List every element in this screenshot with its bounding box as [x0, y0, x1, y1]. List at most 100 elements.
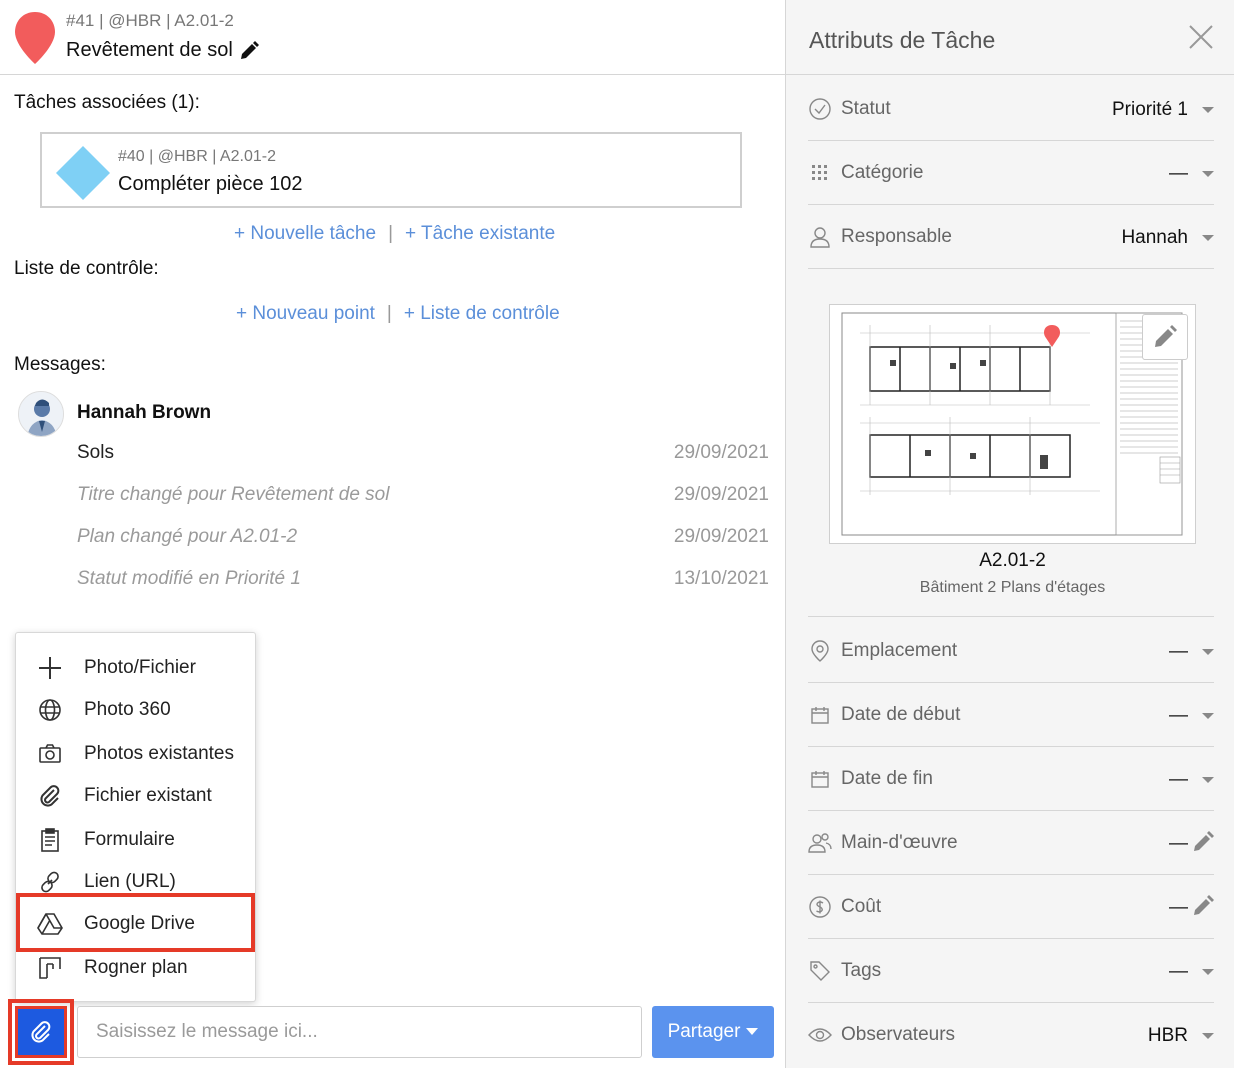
plus-icon [36, 654, 64, 682]
task-meta: #41 | @HBR | A2.01-2 [66, 11, 234, 30]
new-task-link[interactable]: + Nouvelle tâche [234, 223, 376, 245]
task-header: #41 | @HBR | A2.01-2 Revêtement de sol [0, 0, 785, 75]
menu-item-label: Photo 360 [84, 699, 171, 720]
attr-value: — [1169, 163, 1188, 184]
task-attributes-panel: Attributs de Tâche Statut Priorité 1 Cat… [785, 0, 1234, 1068]
caret-down-icon [746, 1028, 759, 1035]
diamond-task-icon [56, 146, 110, 200]
plan-thumbnail[interactable] [829, 304, 1196, 544]
menu-item-label: Fichier existant [84, 785, 212, 806]
clipboard-icon [36, 826, 64, 854]
attr-value: HBR [1147, 1025, 1188, 1046]
globe-icon [36, 696, 64, 724]
attr-row-start-date[interactable]: Date de début — [808, 683, 1214, 747]
checklist-link[interactable]: + Liste de contrôle [404, 303, 560, 325]
attr-row-location[interactable]: Emplacement — [808, 619, 1214, 683]
menu-item-existing-file[interactable]: Fichier existant [16, 776, 257, 816]
plan-pin-marker [1044, 325, 1060, 347]
activity-date: 13/10/2021 [673, 568, 769, 589]
message-date: 29/09/2021 [673, 442, 769, 463]
map-pin-icon [15, 12, 55, 64]
tag-icon [808, 959, 832, 983]
messages-label: Messages: [14, 354, 106, 375]
attr-label: Observateurs [841, 1024, 956, 1045]
attr-value: — [1169, 833, 1188, 854]
attr-row-labor[interactable]: Main-d'œuvre — [808, 811, 1214, 875]
floor-plan-image [841, 312, 1183, 536]
message-text: Sols [77, 442, 114, 463]
attr-row-assignee[interactable]: Responsable Hannah [808, 205, 1214, 269]
attr-row-tags[interactable]: Tags — [808, 939, 1214, 1003]
menu-item-label: Lien (URL) [84, 871, 176, 892]
check-circle-icon [808, 97, 832, 121]
attr-row-end-date[interactable]: Date de fin — [808, 747, 1214, 811]
calendar-icon [808, 703, 832, 727]
edit-plan-button[interactable] [1142, 314, 1188, 360]
menu-item-label: Photos existantes [84, 743, 234, 764]
activity-text: Plan changé pour A2.01-2 [77, 526, 298, 547]
close-icon[interactable] [1188, 24, 1214, 50]
attr-label: Main-d'œuvre [841, 832, 958, 853]
new-point-link[interactable]: + Nouveau point [236, 303, 375, 325]
pencil-icon[interactable] [239, 40, 259, 61]
attr-row-status[interactable]: Statut Priorité 1 [808, 77, 1214, 141]
link-icon [36, 868, 64, 896]
attr-value: — [1169, 705, 1188, 726]
menu-item-label: Rogner plan [84, 957, 188, 978]
caret-down-icon [1202, 107, 1214, 113]
menu-item-label: Formulaire [84, 829, 175, 850]
separator: | [388, 223, 394, 244]
attr-label: Responsable [841, 226, 952, 247]
related-task-meta: #40 | @HBR | A2.01-2 [118, 148, 276, 165]
task-title[interactable]: Revêtement de sol [66, 39, 259, 62]
camera-icon [36, 740, 64, 768]
message-input[interactable] [77, 1006, 642, 1058]
related-task-card[interactable]: #40 | @HBR | A2.01-2 Compléter pièce 102 [40, 132, 742, 208]
pencil-icon [1155, 325, 1177, 347]
activity-date: 29/09/2021 [673, 484, 769, 505]
menu-item-photo-360[interactable]: Photo 360 [16, 690, 257, 730]
activity-date: 29/09/2021 [673, 526, 769, 547]
caret-down-icon [1202, 1033, 1214, 1039]
attach-button[interactable] [15, 1006, 67, 1058]
checklist-label: Liste de contrôle: [14, 258, 159, 279]
menu-item-crop-plan[interactable]: Rogner plan [16, 948, 257, 988]
calendar-icon [808, 767, 832, 791]
attr-row-category[interactable]: Catégorie — [808, 141, 1214, 205]
plan-description: Bâtiment 2 Plans d'étages [919, 579, 1106, 596]
plan-name: A2.01-2 [979, 550, 1046, 571]
activity-text: Titre changé pour Revêtement de sol [77, 484, 390, 505]
attr-label: Date de fin [841, 768, 933, 789]
attr-label: Statut [841, 98, 891, 119]
attr-value: — [1169, 641, 1188, 662]
related-tasks-label: Tâches associées (1): [14, 92, 200, 113]
existing-task-link[interactable]: + Tâche existante [405, 223, 555, 245]
user-icon [808, 225, 832, 249]
workers-icon [808, 831, 832, 855]
divider [808, 616, 1214, 617]
paperclip-icon [31, 1021, 51, 1043]
menu-item-existing-photos[interactable]: Photos existantes [16, 734, 257, 774]
caret-down-icon [1202, 649, 1214, 655]
pencil-icon[interactable] [1192, 895, 1214, 917]
attributes-title: Attributs de Tâche [809, 27, 996, 53]
attr-value: Priorité 1 [1111, 99, 1188, 120]
message-author: Hannah Brown [77, 402, 212, 423]
separator: | [386, 303, 392, 324]
attr-value: — [1169, 897, 1188, 918]
activity-text: Statut modifié en Priorité 1 [77, 568, 301, 589]
menu-item-photo-file[interactable]: Photo/Fichier [16, 648, 257, 688]
crop-plan-icon [36, 954, 64, 982]
attr-row-cost[interactable]: Coût — [808, 875, 1214, 939]
attr-row-observers[interactable]: Observateurs HBR [808, 1003, 1214, 1067]
share-button[interactable]: Partager [652, 1006, 774, 1058]
related-links: + Nouvelle tâche | + Tâche existante [234, 223, 555, 245]
menu-item-form[interactable]: Formulaire [16, 820, 257, 860]
caret-down-icon [1202, 235, 1214, 241]
divider [786, 74, 1234, 75]
menu-item-label: Photo/Fichier [84, 657, 196, 678]
eye-icon [808, 1023, 832, 1047]
pencil-icon[interactable] [1192, 831, 1214, 853]
highlight-box [16, 893, 255, 952]
dollar-circle-icon [808, 895, 832, 919]
